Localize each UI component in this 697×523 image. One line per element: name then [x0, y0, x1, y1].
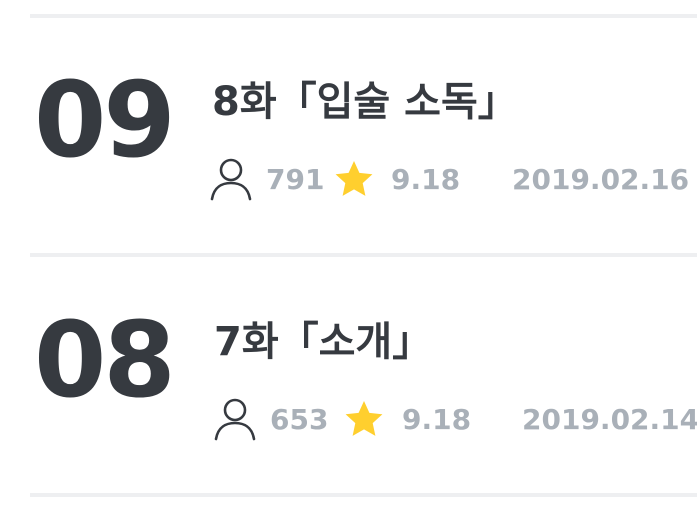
divider — [30, 14, 697, 18]
user-icon — [210, 158, 252, 201]
episode-item[interactable]: 09 8화「입술 소독」 791 9.18 2019.02.16 — [0, 60, 697, 220]
episode-number: 09 — [34, 59, 176, 181]
divider — [30, 253, 697, 257]
publish-date: 2019.02.14 — [522, 403, 697, 436]
user-icon — [214, 398, 256, 441]
episode-title[interactable]: 7화「소개」 — [214, 322, 432, 362]
publish-date: 2019.02.16 — [512, 163, 690, 196]
episode-meta: 653 9.18 2019.02.14 — [214, 397, 697, 441]
star-icon — [335, 161, 373, 196]
episode-item[interactable]: 08 7화「소개」 653 9.18 2019.02.14 — [0, 300, 697, 460]
divider — [30, 493, 697, 497]
view-count: 791 — [266, 163, 325, 196]
episode-number: 08 — [34, 299, 176, 421]
episode-list: 09 8화「입술 소독」 791 9.18 2019.02.16 08 7화「소… — [0, 0, 697, 523]
rating: 9.18 — [391, 163, 461, 196]
episode-title[interactable]: 8화「입술 소독」 — [212, 82, 518, 122]
view-count: 653 — [270, 403, 329, 436]
rating: 9.18 — [402, 403, 472, 436]
episode-meta: 791 9.18 2019.02.16 — [210, 157, 697, 201]
star-icon — [345, 401, 383, 436]
